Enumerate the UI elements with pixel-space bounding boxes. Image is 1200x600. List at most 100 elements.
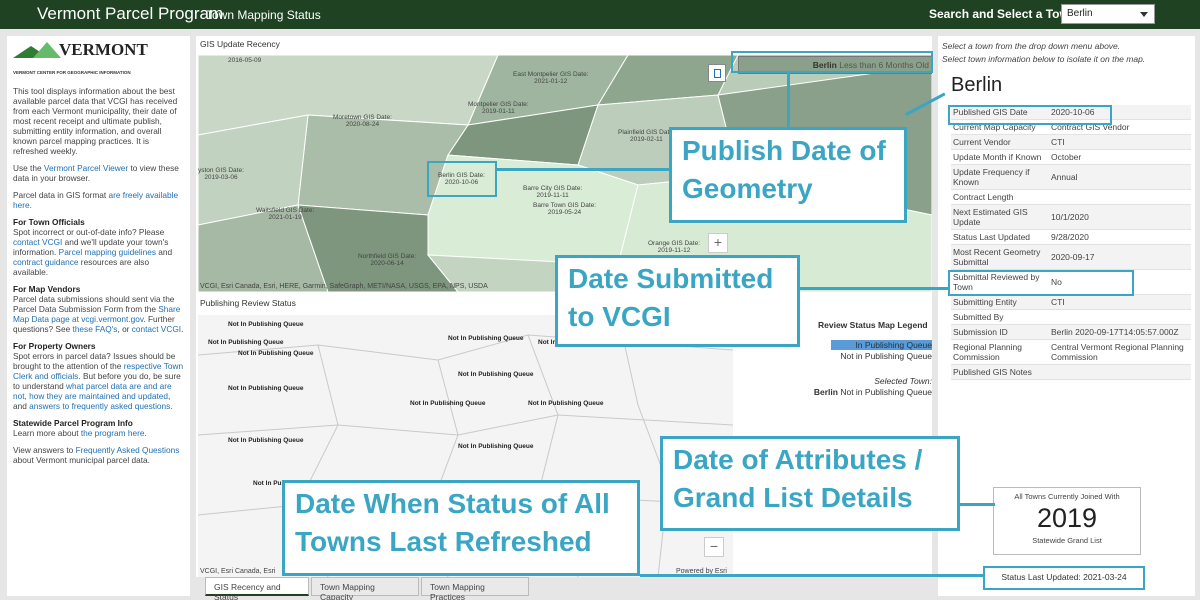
vendors-paragraph: Parcel data submissions should sent via … bbox=[13, 294, 184, 334]
selected-town-title: Berlin bbox=[951, 74, 1003, 96]
faq-paragraph: View answers to Frequently Asked Questio… bbox=[13, 445, 180, 465]
faqs-link[interactable]: these FAQ's bbox=[73, 324, 118, 334]
info-row[interactable]: Submitted By bbox=[951, 309, 1191, 325]
heading-town-officials: For Town Officials bbox=[13, 217, 85, 227]
legend-in-queue: In Publishing Queue bbox=[831, 340, 932, 350]
info-key: Regional Planning Commission bbox=[951, 339, 1049, 365]
info-row[interactable]: Contract Length bbox=[951, 189, 1191, 205]
town-info-table: Published GIS Date 2020-10-06 Current Map … bbox=[951, 105, 1191, 380]
highlight-status-updated bbox=[983, 566, 1145, 590]
app-title: Vermont Parcel Program bbox=[37, 4, 224, 23]
selected-town-status: Berlin Not in Publishing Queue bbox=[813, 387, 932, 397]
map-label-plainfield: Plainfield GIS Date: 2019-02-11 bbox=[618, 129, 675, 143]
map-label-town: 2016-05-09 bbox=[228, 57, 262, 64]
info-row[interactable]: Update Frequency if Known Annual bbox=[951, 164, 1191, 190]
hint-isolate: Select town information below to isolate… bbox=[942, 54, 1146, 64]
map-label-orange: Orange GIS Date: 2019-11-12 bbox=[648, 240, 701, 254]
highlight-published-date bbox=[948, 105, 1112, 125]
callout-date-submitted: Date Submitted to VCGI bbox=[555, 255, 800, 347]
info-row[interactable]: Submitting Entity CTI bbox=[951, 294, 1191, 310]
info-key: Status Last Updated bbox=[951, 229, 1049, 245]
officials-paragraph: Spot incorrect or out-of-date info? Plea… bbox=[13, 227, 173, 277]
info-value: CTI bbox=[1049, 294, 1191, 310]
info-key: Published GIS Notes bbox=[951, 364, 1049, 380]
info-value: Annual bbox=[1049, 164, 1191, 190]
queue-label: Not In Publishing Queue bbox=[528, 400, 604, 407]
info-row[interactable]: Current Vendor CTI bbox=[951, 134, 1191, 150]
info-key: Contract Length bbox=[951, 189, 1049, 205]
program-link[interactable]: the program here bbox=[81, 428, 145, 438]
tab-gis-recency[interactable]: GIS Recency and Status bbox=[205, 577, 309, 600]
queue-label: Not In Publishing Queue bbox=[228, 437, 304, 444]
queue-label: Not In Publishing Queue bbox=[410, 400, 486, 407]
tab-mapping-capacity[interactable]: Town Mapping Capacity bbox=[311, 577, 419, 600]
info-key: Submitted By bbox=[951, 309, 1049, 325]
map-label-roxbury: yston GIS Date: 2019-03-06 bbox=[198, 167, 244, 181]
callout-status-refreshed: Date When Status of All Towns Last Refre… bbox=[282, 480, 640, 576]
info-value bbox=[1049, 309, 1191, 325]
queue-label: Not In Publishing Queue bbox=[458, 443, 534, 450]
map-label-east-montpelier: East Montpelier GIS Date: 2021-01-12 bbox=[513, 71, 589, 85]
faq-answers-link[interactable]: answers to frequently asked questions bbox=[29, 401, 170, 411]
connector-line bbox=[787, 73, 790, 127]
contract-guidance-link[interactable]: contract guidance bbox=[13, 257, 79, 267]
logo-subtitle: VERMONT CENTER FOR GEOGRAPHIC INFORMATIO… bbox=[13, 70, 131, 75]
info-key: Submission ID bbox=[951, 324, 1049, 340]
stat-label: All Towns Currently Joined With bbox=[1014, 492, 1120, 501]
hint-select-town: Select a town from the drop down menu ab… bbox=[942, 41, 1121, 51]
info-value: 10/1/2020 bbox=[1049, 204, 1191, 230]
info-row[interactable]: Regional Planning Commission Central Verm… bbox=[951, 339, 1191, 365]
info-row[interactable]: Next Estimated GIS Update 10/1/2020 bbox=[951, 204, 1191, 230]
zoom-in-button[interactable]: + bbox=[708, 233, 728, 253]
info-value: 9/28/2020 bbox=[1049, 229, 1191, 245]
heading-program-info: Statewide Parcel Program Info bbox=[13, 418, 133, 428]
info-row[interactable]: Update Month if Known October bbox=[951, 149, 1191, 165]
app-subtitle: Town Mapping Status bbox=[206, 8, 321, 22]
map-label-montpelier: Montpelier GIS Date: 2019-01-11 bbox=[468, 101, 529, 115]
tab-mapping-practices[interactable]: Town Mapping Practices bbox=[421, 577, 529, 600]
highlight-recency-badge bbox=[731, 51, 933, 73]
zoom-out-button[interactable]: − bbox=[704, 537, 724, 557]
queue-label: Not In Publishing Queue bbox=[238, 350, 314, 357]
parcel-viewer-link[interactable]: Vermont Parcel Viewer bbox=[44, 163, 128, 173]
town-select[interactable]: Berlin bbox=[1061, 4, 1155, 24]
map-label-barre-city: Barre City GIS Date: 2019-11-11 bbox=[523, 185, 583, 199]
info-key: Most Recent Geometry Submittal bbox=[951, 244, 1049, 270]
info-key: Next Estimated GIS Update bbox=[951, 204, 1049, 230]
contact-vcgi-link-2[interactable]: contact VCGI bbox=[132, 324, 181, 334]
town-search-label: Search and Select a Town: bbox=[929, 7, 1081, 21]
selected-town-label: Selected Town: bbox=[874, 376, 932, 386]
legend-title: Review Status Map Legend bbox=[818, 320, 928, 330]
info-key: Current Vendor bbox=[951, 134, 1049, 150]
review-map-attribution: VCGI, Esri Canada, Esri bbox=[200, 568, 276, 575]
highlight-geometry-submittal bbox=[948, 270, 1134, 296]
info-value: October bbox=[1049, 149, 1191, 165]
info-value: CTI bbox=[1049, 134, 1191, 150]
queue-label: Not In Publishing Queue bbox=[228, 321, 304, 328]
bookmark-icon bbox=[714, 69, 721, 78]
stat-value: 2019 bbox=[1036, 503, 1098, 533]
recency-map-title: GIS Update Recency bbox=[200, 39, 280, 49]
review-map-title: Publishing Review Status bbox=[200, 298, 296, 308]
map-label-moretown: Moretown GIS Date: 2020-08-24 bbox=[333, 114, 392, 128]
connector-line bbox=[960, 503, 995, 506]
grand-list-stat: All Towns Currently Joined With 2019 Sta… bbox=[993, 487, 1141, 555]
info-row[interactable]: Published GIS Notes bbox=[951, 364, 1191, 380]
info-row[interactable]: Status Last Updated 9/28/2020 bbox=[951, 229, 1191, 245]
app-header: Vermont Parcel Program Town Mapping Stat… bbox=[0, 0, 1200, 29]
info-value bbox=[1049, 364, 1191, 380]
queue-label: Not In Publishing Queue bbox=[448, 335, 524, 342]
vcgi-logo: VERMONT VERMONT CENTER FOR GEOGRAPHIC IN… bbox=[13, 41, 184, 76]
bookmark-button[interactable] bbox=[708, 64, 726, 82]
info-row[interactable]: Most Recent Geometry Submittal 2020-09-17 bbox=[951, 244, 1191, 270]
contact-vcgi-link[interactable]: contact VCGI bbox=[13, 237, 62, 247]
mountain-peak-icon bbox=[33, 42, 61, 58]
info-key: Update Month if Known bbox=[951, 149, 1049, 165]
map-label-waitsfield: Waitsfield GIS Date: 2021-01-19 bbox=[256, 207, 315, 221]
info-value bbox=[1049, 189, 1191, 205]
highlight-berlin bbox=[427, 161, 497, 197]
connector-line bbox=[497, 168, 669, 171]
mapping-guidelines-link[interactable]: Parcel mapping guidelines bbox=[59, 247, 156, 257]
info-row[interactable]: Submission ID Berlin 2020-09-17T14:05:57.… bbox=[951, 324, 1191, 340]
frequently-asked-link[interactable]: Frequently Asked Questions bbox=[76, 445, 180, 455]
